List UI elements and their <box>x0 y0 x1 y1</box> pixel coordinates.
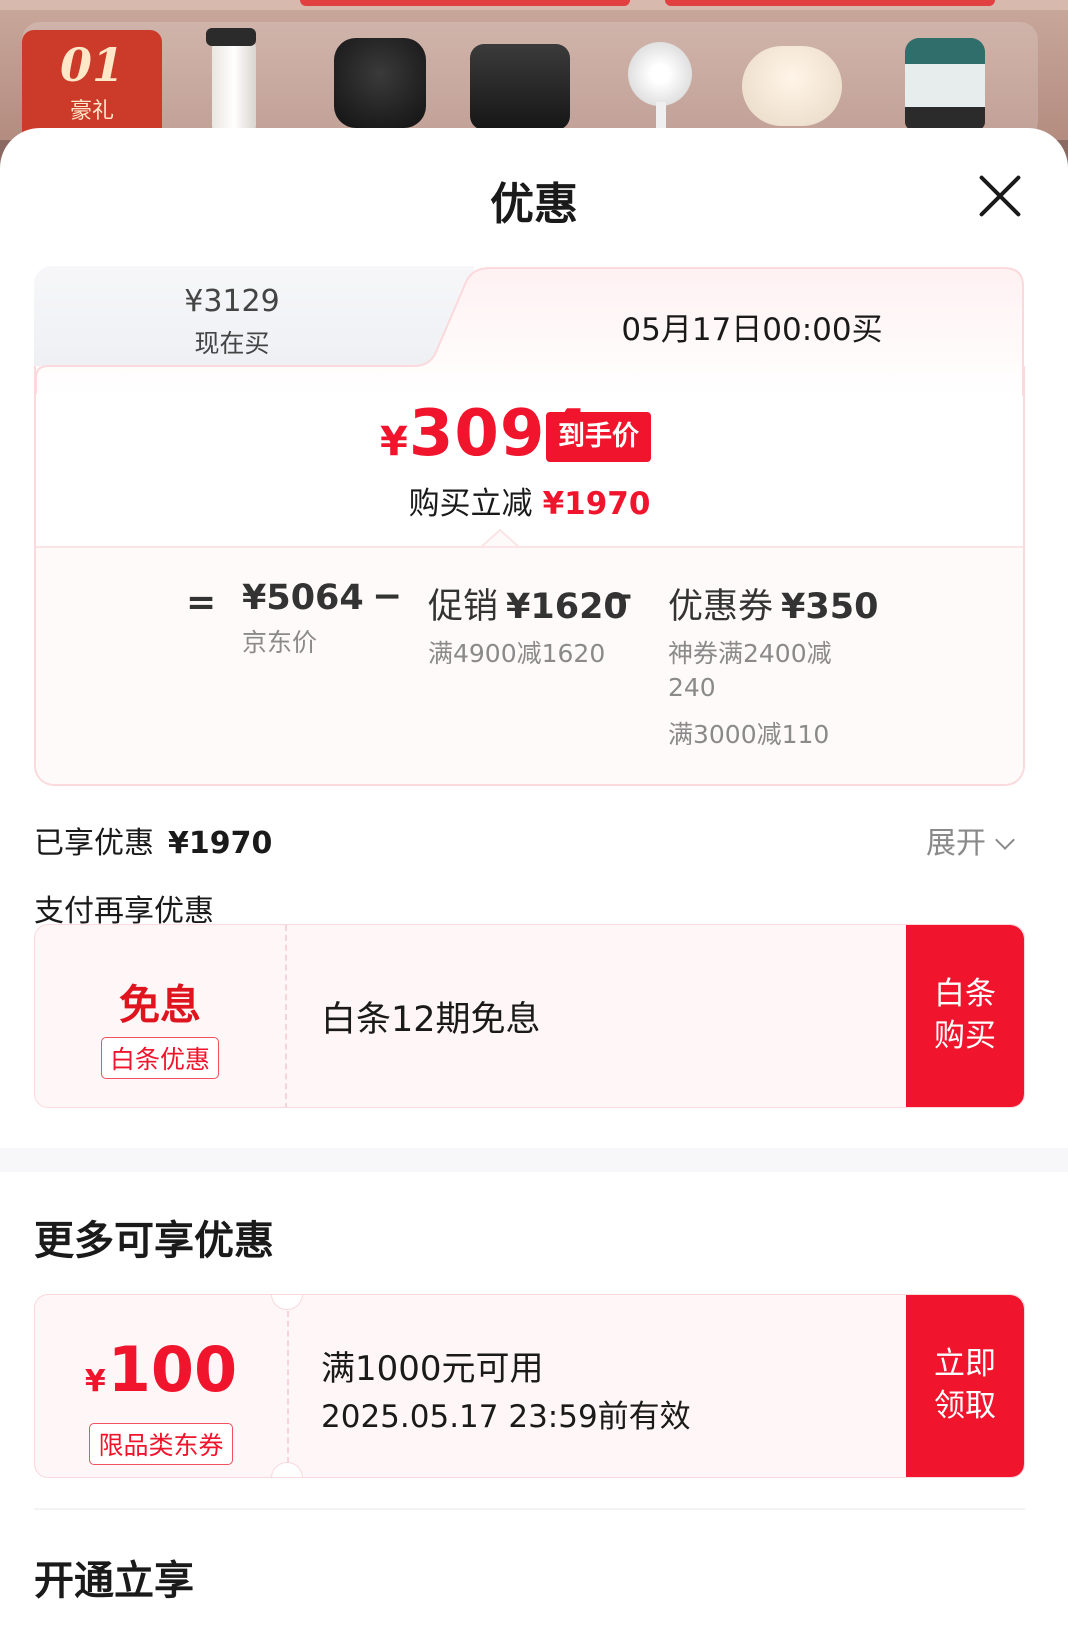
close-icon[interactable] <box>976 172 1024 220</box>
banner-top-strip <box>0 0 1068 10</box>
coupon-100: ¥100 限品类东券 满1000元可用 2025.05.17 23:59前有效 … <box>34 1294 1025 1478</box>
enjoyed-label: 已享优惠 <box>34 826 154 861</box>
coupon-100-validity: 2025.05.17 23:59前有效 <box>321 1399 691 1435</box>
product-chopper-image <box>905 38 985 130</box>
background-banner: 01 豪礼 <box>0 0 1068 140</box>
coupon-detail-2: 满3000减110 <box>668 720 830 749</box>
jd-price-value: ¥5064 <box>242 578 364 618</box>
gift-badge-label: 豪礼 <box>69 99 114 124</box>
coupon-100-currency: ¥ <box>84 1364 106 1399</box>
coupon-100-body: 满1000元可用 2025.05.17 23:59前有效 <box>321 1295 881 1477</box>
gift-badge: 01 豪礼 <box>22 30 162 140</box>
coupon-value: ¥350 <box>781 587 879 627</box>
pointer-caret <box>480 528 520 548</box>
enjoyed-amount: ¥1970 <box>168 826 273 861</box>
product-fan-image <box>620 38 700 138</box>
coupon-label: 优惠券 <box>668 587 774 627</box>
coupon-100-amount: ¥100 <box>35 1335 287 1417</box>
baitiao-tag: 白条优惠 <box>100 1037 219 1079</box>
coupon-100-tag: 限品类东券 <box>89 1423 233 1465</box>
coupon-100-condition: 满1000元可用 <box>321 1349 544 1389</box>
sheet-title: 优惠 <box>490 179 578 230</box>
chevron-down-icon <box>995 830 1015 850</box>
coupon-100-perforation <box>287 1311 289 1463</box>
expand-button[interactable]: 展开 <box>926 818 1015 862</box>
product-air-fryer-image <box>470 44 570 130</box>
section-gap <box>0 1148 1068 1172</box>
product-kettle-image <box>206 28 256 130</box>
price-card: ¥3129 现在买 05月17日00:00买 ¥3094 到手价 购买立减 ¥19… <box>34 266 1025 786</box>
product-hot-pot-image <box>742 46 842 126</box>
promotion-detail: 满4900减1620 <box>428 639 606 668</box>
deal-price-currency: ¥ <box>380 419 409 465</box>
bottom-divider <box>34 1508 1025 1510</box>
final-price-tag: 到手价 <box>546 412 651 462</box>
formula-promotion: 促销 ¥1620 满4900减1620 <box>428 578 628 671</box>
discount-sheet: 优惠 ¥3129 现在买 05月17日00:00买 ¥3094 到手价 购买立减… <box>0 128 1068 1633</box>
baitiao-offer-body: 白条12期免息 <box>321 925 881 1107</box>
formula-minus-2: − <box>604 576 635 617</box>
baitiao-offer-left: 免息 白条优惠 <box>35 925 287 1107</box>
open-membership-title: 开通立享 <box>34 1558 194 1604</box>
gift-badge-number: 01 <box>59 38 124 92</box>
baitiao-text: 白条12期免息 <box>321 1000 541 1040</box>
formula-jd-price: ¥5064 京东价 <box>242 578 364 660</box>
coupon-100-value: 100 <box>107 1333 238 1406</box>
formula-minus-1: − <box>372 576 403 617</box>
claim-coupon-button[interactable]: 立即领取 <box>906 1295 1024 1477</box>
instant-discount-amount: ¥1970 <box>542 486 651 522</box>
formula-equals: = <box>186 582 217 623</box>
promotion-label: 促销 <box>428 587 499 627</box>
price-formula: = ¥5064 京东价 − 促销 ¥1620 满4900减1620 − 优惠券 ¥3… <box>36 548 1023 784</box>
baitiao-offer: 免息 白条优惠 白条12期免息 白条购买 <box>34 924 1025 1108</box>
tab-buy-later-label: 05月17日00:00买 <box>621 312 883 348</box>
tab-buy-later[interactable]: 05月17日00:00买 <box>434 266 1025 376</box>
baitiao-headline: 免息 <box>119 981 201 1029</box>
coupon-100-left: ¥100 限品类东券 <box>35 1295 287 1477</box>
instant-discount-label: 购买立减 <box>408 486 533 522</box>
enjoyed-discount: 已享优惠 ¥1970 <box>34 818 272 862</box>
coupon-detail-1: 神券满2400减240 <box>668 639 832 702</box>
formula-coupon: 优惠券 ¥350 神券满2400减240 满3000减110 <box>668 578 878 751</box>
instant-discount-line: 购买立减 ¥1970 <box>34 478 1025 523</box>
more-offers-title: 更多可享优惠 <box>34 1218 274 1264</box>
product-rice-cooker-image <box>334 38 426 128</box>
baitiao-buy-button[interactable]: 白条购买 <box>906 925 1024 1107</box>
expand-label: 展开 <box>926 826 986 861</box>
jd-price-label: 京东价 <box>242 628 318 657</box>
